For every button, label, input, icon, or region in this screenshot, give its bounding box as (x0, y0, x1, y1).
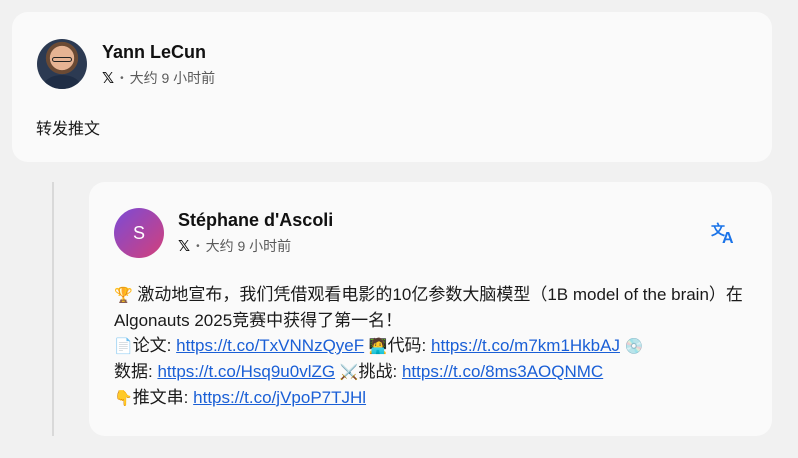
x-logo-icon: 𝕏 (178, 238, 191, 255)
x-logo-icon: 𝕏 (102, 70, 115, 87)
quoted-author-name[interactable]: Stéphane d'Ascoli (178, 210, 333, 231)
post-body: 转发推文 (36, 121, 101, 138)
author-avatar[interactable] (37, 39, 87, 89)
post-meta: 𝕏 • 大约 9 小时前 (102, 68, 215, 88)
quoted-post-meta: 𝕏 • 大约 9 小时前 (178, 236, 291, 256)
thread-label: 推文串: (132, 388, 194, 407)
meta-separator: • (196, 240, 200, 252)
avatar-glasses (52, 57, 72, 62)
announcement-text: 激动地宣布，我们凭借观看电影的10亿参数大脑模型（1B model of the… (114, 285, 743, 330)
quoted-tweet-card[interactable]: S Stéphane d'Ascoli 𝕏 • 大约 9 小时前 文 A 🏆 激… (89, 182, 772, 436)
post-time[interactable]: 大约 9 小时前 (130, 68, 216, 88)
paper-link[interactable]: https://t.co/TxVNNzQyeF (176, 336, 364, 355)
thread-link[interactable]: https://t.co/jVpoP7TJHl (193, 388, 366, 407)
quote-divider (52, 182, 54, 436)
disc-icon: 💿 (624, 337, 644, 355)
retweet-card: Yann LeCun 𝕏 • 大约 9 小时前 转发推文 (12, 12, 772, 162)
code-label: 代码: (387, 336, 432, 355)
pointing-down-icon: 👇 (114, 389, 133, 407)
quoted-post-time[interactable]: 大约 9 小时前 (206, 236, 292, 256)
trophy-icon: 🏆 (114, 286, 133, 304)
meta-separator: • (120, 72, 124, 84)
author-name[interactable]: Yann LeCun (102, 42, 206, 63)
quoted-author-avatar[interactable]: S (114, 208, 164, 258)
quoted-post-body: 🏆 激动地宣布，我们凭借观看电影的10亿参数大脑模型（1B model of t… (114, 282, 749, 411)
paper-label: 论文: (132, 336, 177, 355)
technologist-icon: 🧑‍💻 (368, 337, 388, 355)
translate-icon[interactable]: 文 A (711, 222, 737, 248)
swords-icon: ⚔️ (339, 363, 359, 381)
challenge-label: 挑战: (358, 362, 402, 381)
avatar-shoulders (43, 75, 81, 89)
data-label: 数据: (114, 362, 158, 381)
data-link[interactable]: https://t.co/Hsq9u0vlZG (157, 362, 335, 381)
challenge-link[interactable]: https://t.co/8ms3AOQNMC (402, 362, 603, 381)
page-icon: 📄 (114, 337, 133, 355)
code-link[interactable]: https://t.co/m7km1HkbAJ (431, 336, 620, 355)
